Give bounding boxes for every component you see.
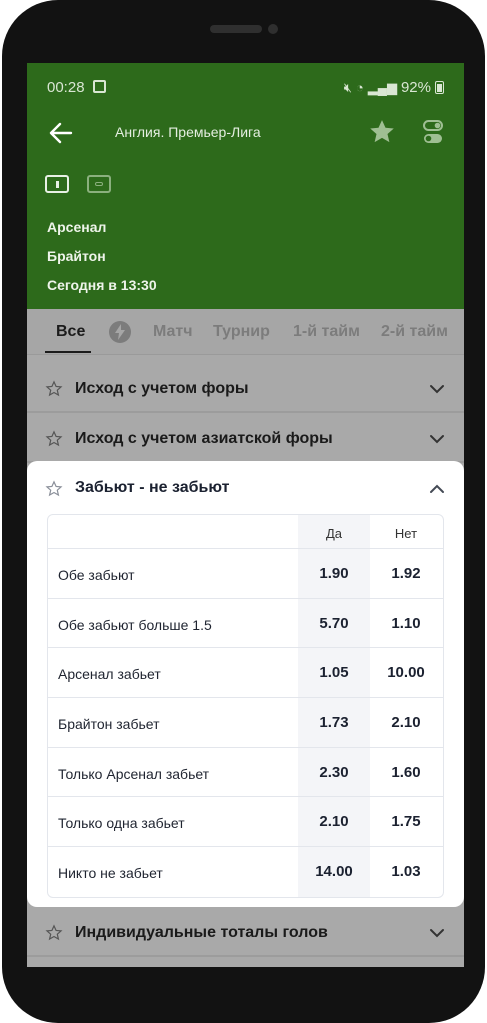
favorite-star-icon[interactable] [367, 117, 397, 147]
tab-match[interactable]: Матч [153, 323, 193, 341]
market-title: Исход с учетом форы [75, 380, 249, 397]
outcome-label: Брайтон забьет [58, 716, 160, 733]
market-title: Индивидуальные тоталы голов [75, 924, 328, 941]
odds-table: Да Нет Обе забьют 1.90 1.92 Обе забьют б… [47, 514, 444, 898]
tab-second-half[interactable]: 2-й тайм [381, 323, 448, 341]
info-view-icon[interactable] [45, 175, 69, 193]
table-row: Арсенал забьет 1.05 10.00 [48, 648, 443, 699]
team-home: Арсенал [47, 219, 107, 235]
table-row: Обе забьют 1.90 1.92 [48, 549, 443, 599]
signal-icon: ▂▄▆ [367, 79, 397, 95]
star-outline-icon[interactable] [45, 480, 63, 498]
view-switcher [45, 175, 111, 193]
toolbar: Англия. Премьер-Лига [27, 111, 464, 155]
status-time: 00:28 [47, 79, 85, 96]
phone-frame: 00:28 🔇︎ ◔ ▂▄▆ 92% Англия. Премьер-Лига [2, 0, 485, 1023]
team-away: Брайтон [47, 248, 106, 264]
odd-yes-button[interactable]: 5.70 [298, 598, 370, 648]
odd-no-button[interactable]: 1.10 [370, 599, 442, 648]
live-bolt-icon[interactable] [109, 321, 131, 343]
odd-yes-button[interactable]: 1.73 [298, 698, 370, 747]
chevron-down-icon[interactable] [429, 431, 445, 447]
chevron-up-icon[interactable] [429, 481, 445, 497]
scoreboard-view-icon[interactable] [87, 175, 111, 193]
odd-yes-button[interactable]: 2.30 [298, 747, 370, 797]
odd-no-button[interactable]: 2.10 [370, 698, 442, 747]
odd-yes-button[interactable]: 1.90 [298, 549, 370, 598]
star-outline-icon[interactable] [45, 430, 63, 448]
odd-yes-button[interactable]: 1.05 [298, 648, 370, 698]
column-yes-header: Да [325, 526, 343, 541]
market-title[interactable]: Забьют - не забьют [75, 479, 229, 497]
market-title: Исход с учетом азиатской форы [75, 430, 333, 447]
market-individual-totals[interactable]: Индивидуальные тоталы голов [27, 909, 464, 957]
chevron-down-icon[interactable] [429, 381, 445, 397]
odd-no-button[interactable]: 1.92 [370, 549, 442, 598]
outcome-label: Никто не забьет [58, 865, 163, 882]
outcome-label: Обе забьют больше 1.5 [58, 616, 212, 633]
app-screen: 00:28 🔇︎ ◔ ▂▄▆ 92% Англия. Премьер-Лига [27, 63, 464, 967]
back-arrow-icon[interactable] [47, 119, 75, 147]
battery-level: 92% [400, 79, 431, 96]
star-outline-icon[interactable] [45, 924, 63, 942]
market-tabs: Все Матч Турнир 1-й тайм 2-й тайм [27, 309, 464, 355]
column-no-header: Нет [394, 526, 418, 541]
image-notification-icon [93, 80, 106, 93]
odd-yes-button[interactable]: 2.10 [298, 797, 370, 847]
odd-no-button[interactable]: 1.60 [370, 748, 442, 797]
market-asian-handicap[interactable]: Исход с учетом азиатской форы [27, 415, 464, 463]
status-icons: 🔇︎ ◔ ▂▄▆ 92% [344, 79, 444, 96]
active-tab-indicator [45, 351, 91, 353]
tab-first-half[interactable]: 1-й тайм [293, 323, 360, 341]
odd-no-button[interactable]: 10.00 [370, 648, 442, 697]
match-start-time: Сегодня в 13:30 [47, 277, 157, 293]
market-handicap[interactable]: Исход с учетом форы [27, 365, 464, 413]
odds-header: Да Нет [48, 515, 443, 549]
table-row: Никто не забьет 14.00 1.03 [48, 847, 443, 897]
speaker-grille [210, 25, 262, 33]
tab-all[interactable]: Все [56, 323, 85, 341]
tab-tournament[interactable]: Турнир [213, 323, 270, 341]
table-row: Только Арсенал забьет 2.30 1.60 [48, 747, 443, 798]
odd-no-button[interactable]: 1.03 [370, 847, 442, 897]
match-header: 00:28 🔇︎ ◔ ▂▄▆ 92% Англия. Премьер-Лига [27, 63, 464, 309]
odd-no-button[interactable]: 1.75 [370, 797, 442, 846]
table-row: Только одна забьет 2.10 1.75 [48, 797, 443, 848]
mute-icon: 🔇︎ [343, 79, 352, 95]
settings-toggle-icon[interactable] [423, 120, 443, 144]
league-title: Англия. Премьер-Лига [115, 124, 261, 140]
market-btts-card: Забьют - не забьют Да Нет Обе забьют 1.9… [27, 461, 464, 907]
front-camera [268, 24, 278, 34]
odd-yes-button[interactable]: 14.00 [298, 847, 370, 897]
table-row: Брайтон забьет 1.73 2.10 [48, 698, 443, 748]
status-bar: 00:28 🔇︎ ◔ ▂▄▆ 92% [27, 63, 464, 111]
outcome-label: Арсенал забьет [58, 666, 161, 683]
outcome-label: Обе забьют [58, 567, 135, 583]
outcome-label: Только одна забьет [58, 815, 185, 832]
wifi-icon: ◔ [355, 80, 364, 95]
table-row: Обе забьют больше 1.5 5.70 1.10 [48, 598, 443, 649]
outcome-label: Только Арсенал забьет [58, 765, 210, 782]
bottom-edge [27, 957, 464, 967]
star-outline-icon[interactable] [45, 380, 63, 398]
battery-icon [435, 81, 444, 94]
chevron-down-icon[interactable] [429, 925, 445, 941]
